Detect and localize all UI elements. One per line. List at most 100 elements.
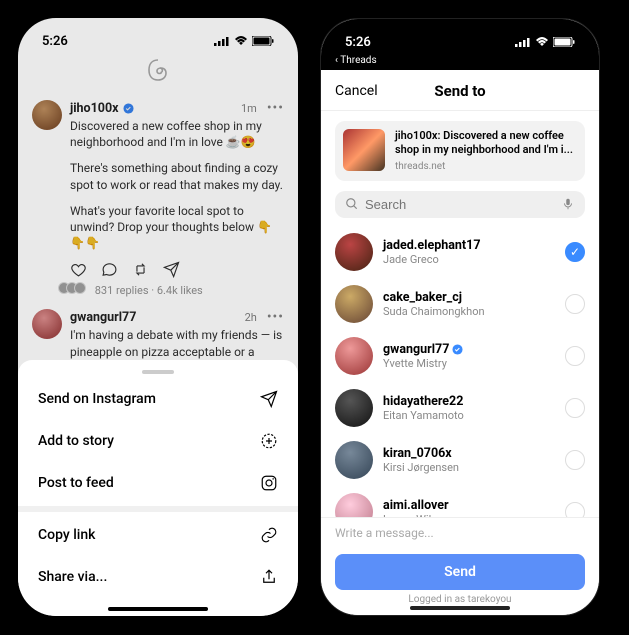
instagram-send-to-screen: 5:26 ‹ Threads Cancel Send to jiho100x: … <box>320 18 600 616</box>
contact-info: jaded.elephant17Jade Greco <box>383 238 481 266</box>
home-indicator[interactable] <box>108 607 208 611</box>
send-button[interactable]: Send <box>335 554 585 590</box>
verified-badge-icon <box>123 103 134 114</box>
avatar[interactable] <box>32 309 62 339</box>
status-icons <box>214 36 274 46</box>
contact-name: Eitan Yamamoto <box>383 409 464 422</box>
post-paragraph: Discovered a new coffee shop in my neigh… <box>70 118 284 150</box>
post-paragraph: There's something about finding a cozy s… <box>70 160 284 192</box>
post-header: jiho100x 1m ••• <box>70 100 284 116</box>
sheet-item-send-instagram[interactable]: Send on Instagram <box>18 378 298 420</box>
reply-avatars <box>62 282 86 294</box>
search-field[interactable] <box>335 191 585 218</box>
like-icon[interactable] <box>70 261 87 278</box>
mic-icon[interactable] <box>561 197 575 211</box>
threads-app-screen: 5:26 jiho100x 1m ••• Discovered a new c <box>18 18 298 616</box>
sheet-item-add-story[interactable]: Add to story <box>18 420 298 462</box>
sheet-item-label: Share via... <box>38 569 107 585</box>
signal-icon <box>515 37 531 47</box>
battery-icon <box>553 37 575 47</box>
contact-info: gwangurl77Yvette Mistry <box>383 342 463 370</box>
more-icon[interactable]: ••• <box>267 100 284 116</box>
preview-title: jiho100x: Discovered a new coffee shop i… <box>395 129 577 158</box>
contact-row[interactable]: cake_baker_cjSuda Chaimongkhon <box>335 278 585 330</box>
avatar <box>335 441 373 479</box>
sheet-grabber[interactable] <box>142 370 174 374</box>
share-preview: jiho100x: Discovered a new coffee shop i… <box>335 121 585 181</box>
contact-row[interactable]: gwangurl77Yvette Mistry <box>335 330 585 382</box>
select-checkbox[interactable] <box>565 346 585 366</box>
wifi-icon <box>234 36 248 46</box>
sheet-item-label: Send on Instagram <box>38 391 156 407</box>
sheet-divider <box>18 506 298 512</box>
post-meta: 831 replies · 6.4k likes <box>18 282 298 303</box>
send-icon <box>260 390 278 408</box>
contact-row[interactable]: kiran_0706xKirsi Jørgensen <box>335 434 585 486</box>
post-time: 1m <box>241 102 257 115</box>
sheet-item-label: Copy link <box>38 527 95 543</box>
contact-name: Yvette Mistry <box>383 357 463 370</box>
post-paragraph: What's your favorite local spot to unwin… <box>70 203 284 252</box>
preview-text: jiho100x: Discovered a new coffee shop i… <box>395 129 577 173</box>
share-icon <box>260 568 278 586</box>
verified-badge-icon <box>452 344 463 355</box>
select-checkbox[interactable] <box>565 294 585 314</box>
preview-source: threads.net <box>395 160 577 173</box>
contact-handle: hidayathere22 <box>383 394 463 409</box>
contact-handle: aimi.allover <box>383 498 449 513</box>
post-username[interactable]: jiho100x <box>70 101 119 116</box>
back-label: Threads <box>340 55 376 66</box>
modal-title: Send to <box>434 82 485 100</box>
avatar <box>335 285 373 323</box>
modal-header: Cancel Send to <box>321 70 599 111</box>
status-icons <box>515 37 575 47</box>
search-icon <box>345 197 359 211</box>
contact-name: Jade Greco <box>383 253 481 266</box>
post-time: 2h <box>245 311 257 324</box>
contact-info: hidayathere22Eitan Yamamoto <box>383 394 464 422</box>
status-time: 5:26 <box>42 34 68 49</box>
select-checkbox[interactable] <box>565 398 585 418</box>
select-checkbox[interactable] <box>565 450 585 470</box>
link-icon <box>260 526 278 544</box>
status-bar: 5:26 <box>18 18 298 54</box>
sheet-item-copy-link[interactable]: Copy link <box>18 514 298 556</box>
wifi-icon <box>535 37 549 47</box>
post-username[interactable]: gwangurl77 <box>70 310 136 325</box>
contact-handle: gwangurl77 <box>383 342 449 357</box>
contact-handle: kiran_0706x <box>383 446 452 461</box>
story-icon <box>260 432 278 450</box>
select-checkbox[interactable] <box>565 242 585 262</box>
cancel-button[interactable]: Cancel <box>335 83 378 99</box>
send-icon[interactable] <box>163 261 180 278</box>
back-to-threads[interactable]: ‹ Threads <box>321 55 599 70</box>
repost-icon[interactable] <box>132 261 149 278</box>
post-text: Discovered a new coffee shop in my neigh… <box>70 118 284 251</box>
dimmed-background: 5:26 jiho100x 1m ••• Discovered a new c <box>18 18 298 386</box>
message-input[interactable]: Write a message... <box>321 517 599 548</box>
sheet-item-label: Post to feed <box>38 475 114 491</box>
avatar[interactable] <box>32 100 62 130</box>
avatar <box>335 389 373 427</box>
post-actions <box>70 261 284 278</box>
threads-logo <box>18 54 298 94</box>
contact-handle: cake_baker_cj <box>383 290 462 305</box>
post-stats[interactable]: 831 replies · 6.4k likes <box>95 284 203 297</box>
sheet-item-share-via[interactable]: Share via... <box>18 556 298 598</box>
more-icon[interactable]: ••• <box>267 309 284 325</box>
contact-row[interactable]: jaded.elephant17Jade Greco <box>335 226 585 278</box>
post-header: gwangurl77 2h ••• <box>70 309 284 325</box>
comment-icon[interactable] <box>101 261 118 278</box>
preview-thumbnail <box>343 129 385 171</box>
battery-icon <box>252 36 274 46</box>
contact-info: kiran_0706xKirsi Jørgensen <box>383 446 459 474</box>
home-indicator[interactable] <box>410 606 510 610</box>
sheet-item-post-feed[interactable]: Post to feed <box>18 462 298 504</box>
post: jiho100x 1m ••• Discovered a new coffee … <box>18 94 298 282</box>
contact-row[interactable]: hidayathere22Eitan Yamamoto <box>335 382 585 434</box>
contact-name: Suda Chaimongkhon <box>383 305 485 318</box>
sheet-item-label: Add to story <box>38 433 114 449</box>
status-bar: 5:26 <box>321 19 599 55</box>
search-input[interactable] <box>365 197 555 212</box>
logged-in-as: Logged in as tarekoyou <box>321 594 599 605</box>
